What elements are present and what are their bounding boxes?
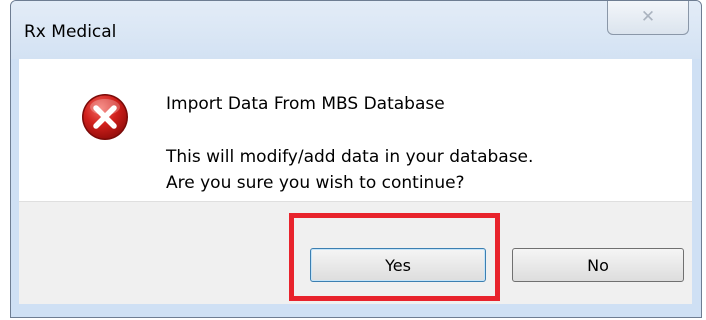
message-body: This will modify/add data in your databa… <box>166 144 533 196</box>
message-line-2: Are you sure you wish to continue? <box>166 173 465 193</box>
button-bar: Yes No <box>19 201 692 304</box>
error-icon <box>82 94 128 140</box>
message-line-1: This will modify/add data in your databa… <box>166 147 534 167</box>
close-icon: ✕ <box>640 7 656 27</box>
window-title: Rx Medical <box>24 22 117 42</box>
yes-button[interactable]: Yes <box>310 248 486 282</box>
title-bar[interactable]: Rx Medical ✕ <box>11 1 701 59</box>
message-area: Import Data From MBS Database This will … <box>19 59 692 201</box>
message-heading: Import Data From MBS Database <box>166 94 445 114</box>
close-button[interactable]: ✕ <box>607 1 689 35</box>
dialog-client-area: Import Data From MBS Database This will … <box>19 59 692 304</box>
no-button[interactable]: No <box>512 248 684 282</box>
dialog-window: Rx Medical ✕ Import Data From MBS Databa… <box>10 0 702 318</box>
